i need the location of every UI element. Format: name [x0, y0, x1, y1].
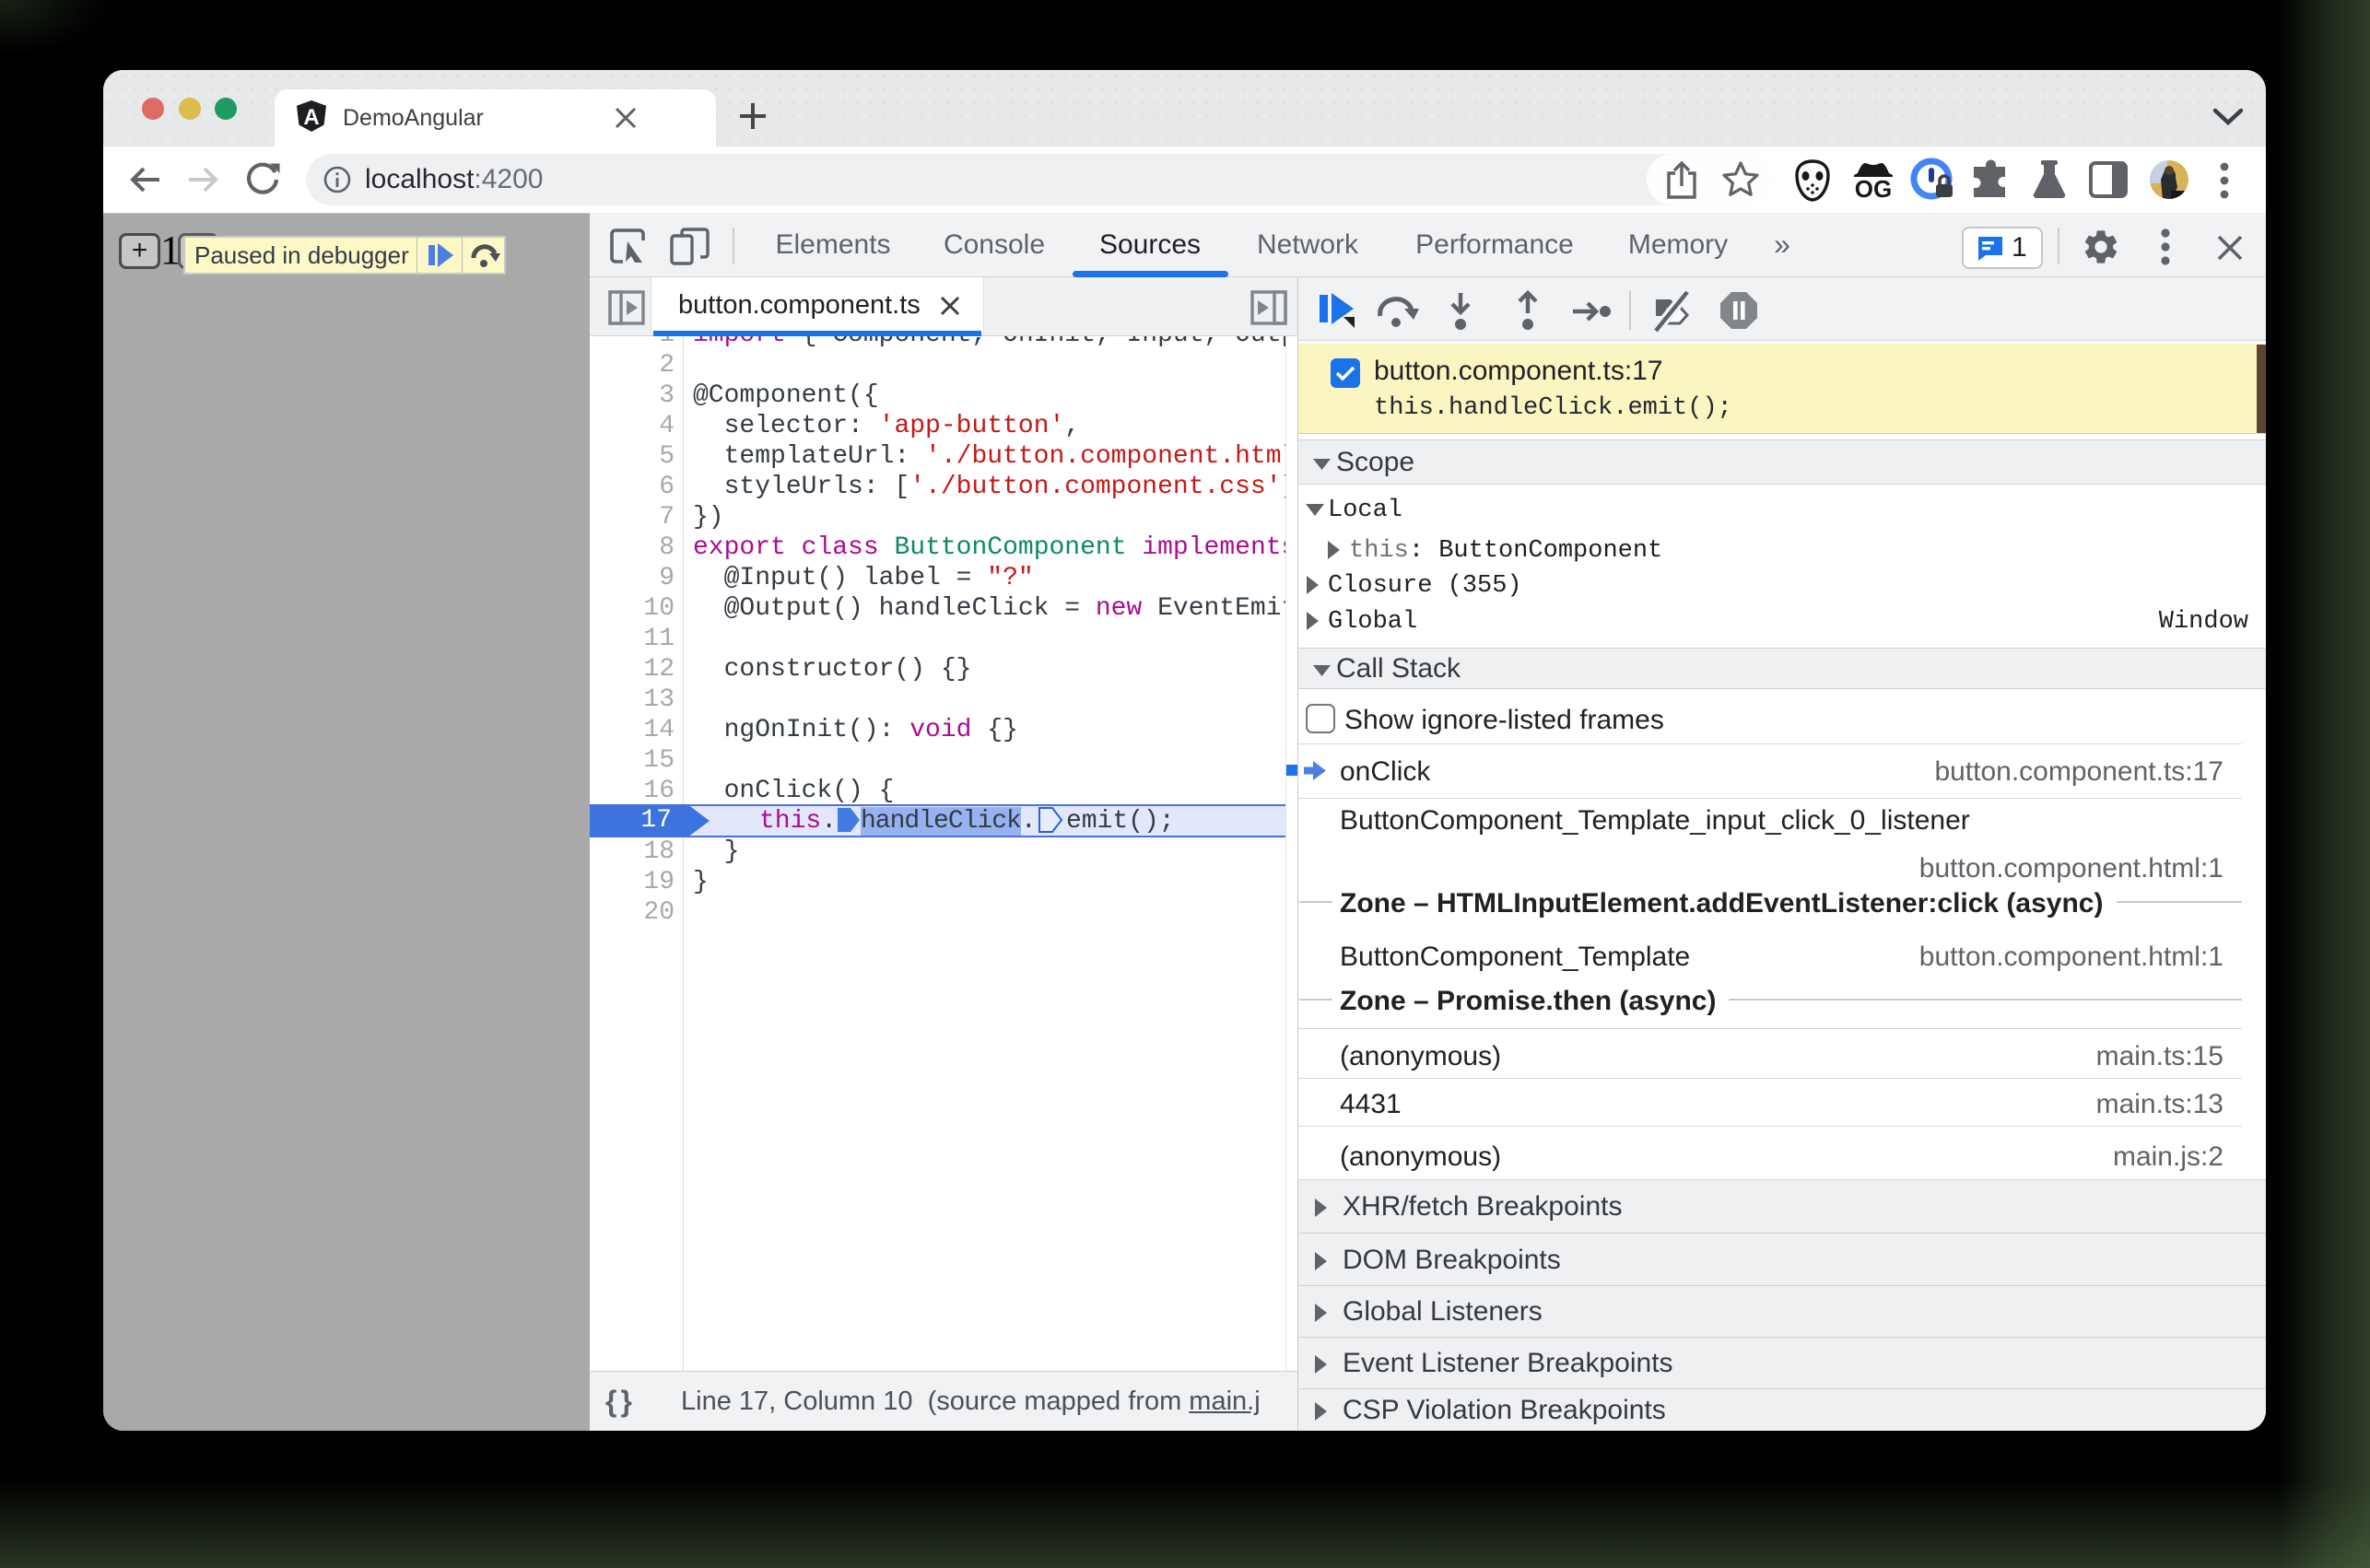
svg-text:A: A — [303, 105, 319, 130]
svg-text:OG: OG — [1855, 175, 1892, 203]
